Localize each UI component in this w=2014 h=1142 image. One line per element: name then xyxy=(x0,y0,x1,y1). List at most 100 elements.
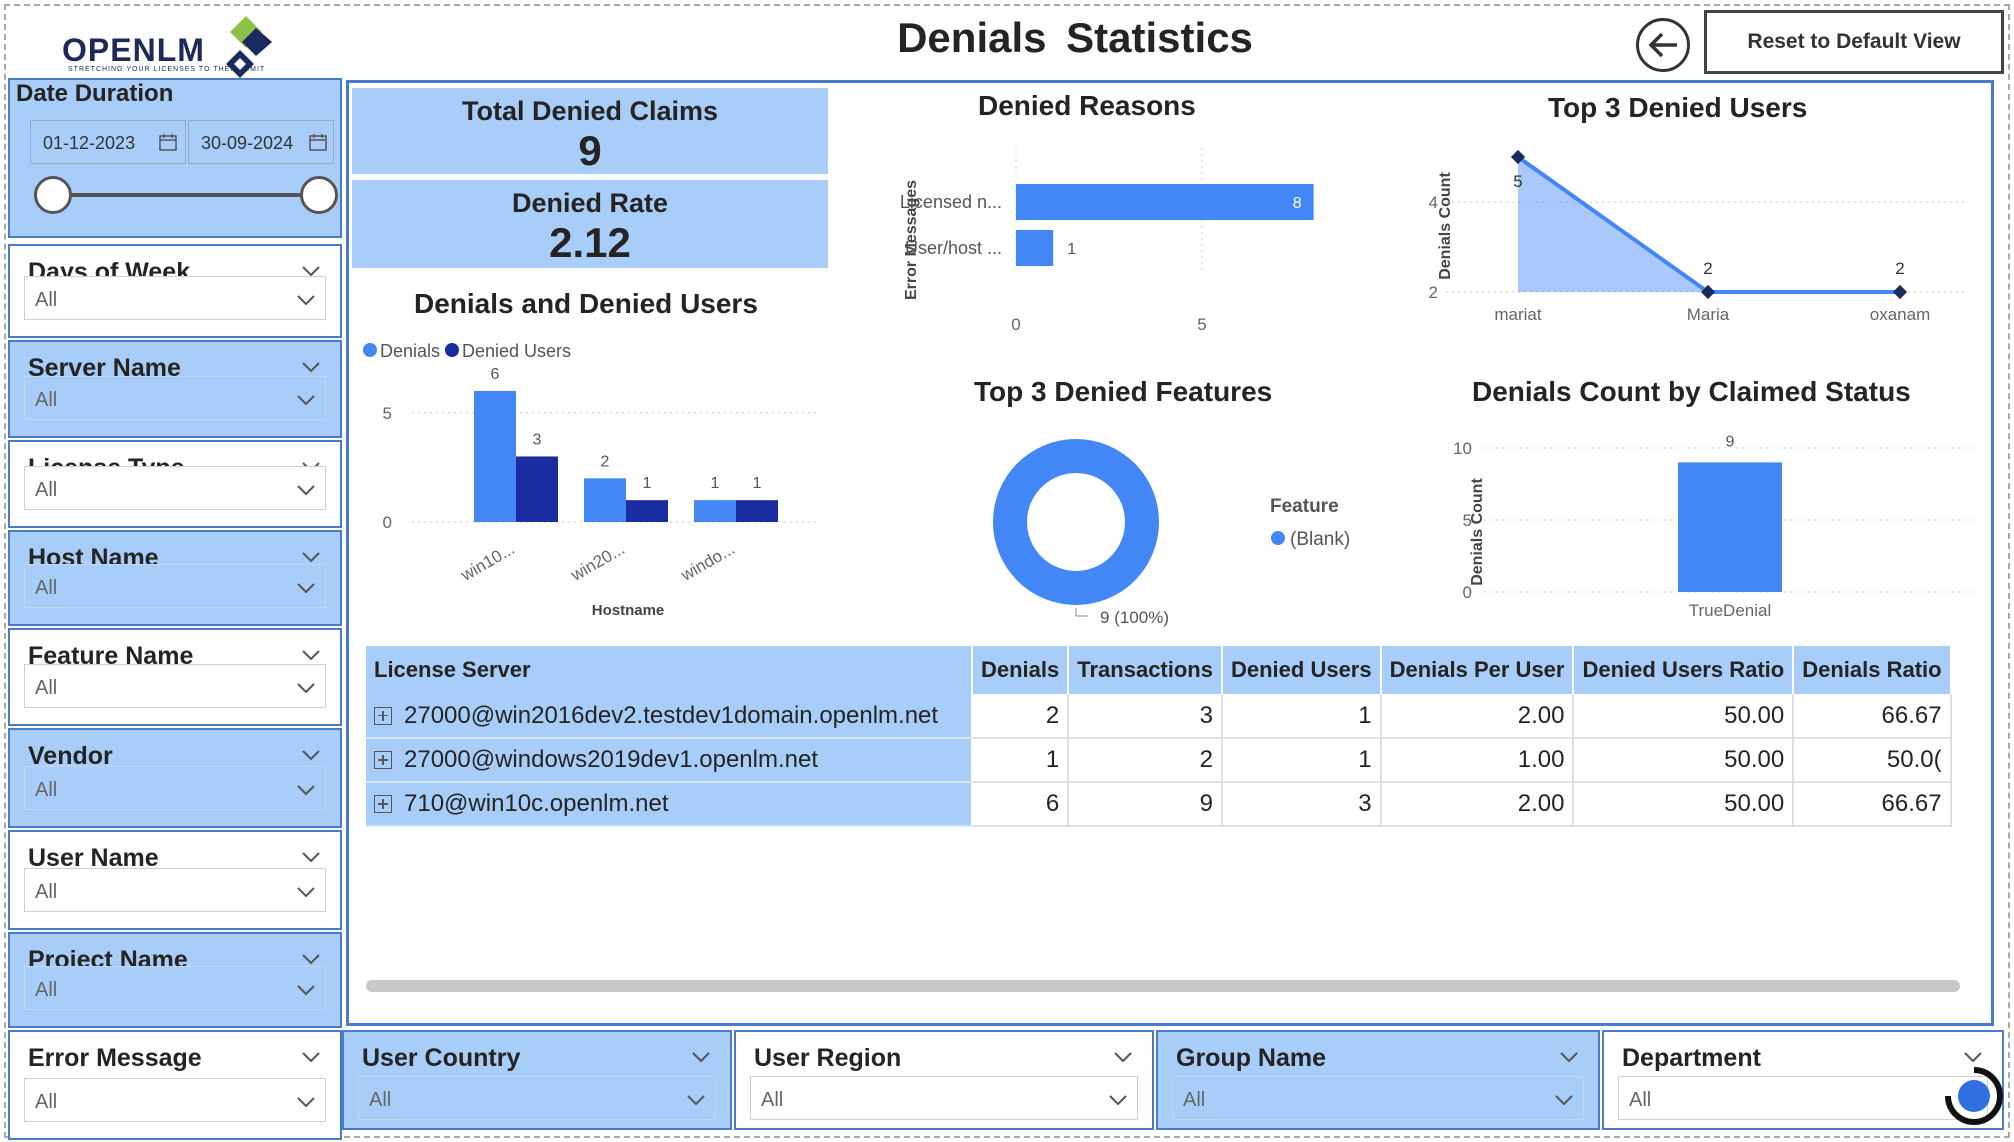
start-date-input[interactable]: 01-12-2023 xyxy=(30,120,186,164)
x-axis-label: Hostname xyxy=(592,602,665,619)
collapse-toggle[interactable] xyxy=(300,846,322,868)
slicer-title: User Country xyxy=(362,1044,521,1072)
table-cell: 66.67 xyxy=(1793,694,1952,739)
denied-reasons-chart: Error Messages0 5Licensed n... 8User/host … xyxy=(900,148,1314,334)
y-tick-label: 2 xyxy=(1429,283,1438,302)
column-header[interactable]: Denied Users xyxy=(1221,646,1382,694)
chevron-down-icon xyxy=(302,750,320,761)
reset-default-view-button[interactable]: Reset to Default View xyxy=(1704,10,2004,74)
x-tick-label: Maria xyxy=(1687,305,1730,324)
slicer-dropdown[interactable]: All xyxy=(1618,1076,1988,1120)
chevron-down-icon xyxy=(1555,1095,1573,1106)
end-date-value: 30-09-2024 xyxy=(201,133,294,153)
x-tick-label: win10... xyxy=(457,539,518,585)
table-cell: 3 xyxy=(1221,782,1382,827)
table-cell: 66.67 xyxy=(1793,782,1952,827)
table-header-row: License Server Denials Transactions Denied … xyxy=(366,646,1952,694)
chevron-down-icon xyxy=(297,1097,315,1108)
collapse-toggle[interactable] xyxy=(1558,1046,1580,1068)
column-header[interactable]: Denied Users Ratio xyxy=(1573,646,1795,694)
chevron-down-icon xyxy=(692,1052,710,1063)
collapse-toggle[interactable] xyxy=(690,1046,712,1068)
total-denied-claims-card: Total Denied Claims 9 xyxy=(352,88,828,174)
slicer-dropdown[interactable]: All xyxy=(358,1076,716,1120)
collapse-toggle[interactable] xyxy=(1112,1046,1134,1068)
back-button[interactable] xyxy=(1636,18,1690,72)
expand-icon[interactable] xyxy=(374,751,392,769)
legend-label: (Blank) xyxy=(1290,529,1350,550)
top3-denied-users-chart: Denials Count 2 4 5 mariat 2 Maria 2 oxanam xyxy=(1429,149,1966,324)
table-row[interactable]: 710@win10c.openlm.net 6 9 3 2.00 50.00 66.67 xyxy=(366,782,1952,827)
slicer-dropdown[interactable]: All xyxy=(1172,1076,1584,1120)
license-server-name: 710@win10c.openlm.net xyxy=(404,790,669,817)
chart-title-denied-reasons: Denied Reasons xyxy=(978,90,1196,121)
collapse-toggle[interactable] xyxy=(1962,1046,1984,1068)
slicer-group-name: Group Name All xyxy=(1156,1030,1600,1130)
data-label: 9 (100%) xyxy=(1100,608,1169,627)
slicer-dropdown[interactable]: All xyxy=(24,966,326,1010)
horizontal-scrollbar[interactable] xyxy=(366,980,1960,992)
bar xyxy=(584,478,626,522)
slicer-error-message: Error Message All xyxy=(8,1030,342,1140)
slicer-dropdown[interactable]: All xyxy=(24,466,326,510)
date-range-start-handle[interactable] xyxy=(34,176,72,214)
license-server-table: License Server Denials Transactions Denied … xyxy=(366,646,1952,827)
expand-icon[interactable] xyxy=(374,706,392,725)
slicer-value: All xyxy=(35,1091,58,1113)
x-tick-label: 0 xyxy=(1011,315,1020,334)
slicer-dropdown[interactable]: All xyxy=(24,276,326,320)
collapse-toggle[interactable] xyxy=(300,356,322,378)
column-header[interactable]: Denials Per User xyxy=(1380,646,1575,694)
slicer-dropdown[interactable]: All xyxy=(24,1078,326,1122)
data-label: 2 xyxy=(1703,259,1712,278)
slicer-value: All xyxy=(35,289,58,311)
total-denied-claims-value: 9 xyxy=(578,127,602,174)
end-date-input[interactable]: 30-09-2024 xyxy=(188,120,334,164)
chart-title-denials-users: Denials and Denied Users xyxy=(414,288,758,319)
collapse-toggle[interactable] xyxy=(300,744,322,766)
slicer-dropdown[interactable]: All xyxy=(24,564,326,608)
table-row[interactable]: 27000@win2016dev2.testdev1domain.openlm.… xyxy=(366,694,1952,739)
slicer-dropdown[interactable]: All xyxy=(750,1076,1138,1120)
slicer-value: All xyxy=(35,479,58,501)
collapse-toggle[interactable] xyxy=(300,1046,322,1068)
bar xyxy=(736,500,778,522)
column-header[interactable]: Transactions xyxy=(1068,646,1223,694)
slicer-dropdown[interactable]: All xyxy=(24,664,326,708)
expand-icon[interactable] xyxy=(374,795,392,813)
slicer-host-name: Host Name All xyxy=(8,530,342,626)
chart-title-claimed-status: Denials Count by Claimed Status xyxy=(1472,376,1911,407)
column-header[interactable]: Denials xyxy=(972,646,1070,694)
column-header[interactable]: Denials Ratio xyxy=(1793,646,1952,694)
column-header[interactable]: License Server xyxy=(366,646,973,694)
license-server-name: 27000@windows2019dev1.openlm.net xyxy=(404,746,818,773)
chevron-down-icon xyxy=(1560,1052,1578,1063)
slicer-dropdown[interactable]: All xyxy=(24,766,326,810)
chevron-down-icon xyxy=(297,295,315,306)
table-cell: 9 xyxy=(1068,782,1223,827)
openlm-logo: OPENLM STRETCHING YOUR LICENSES TO THEIR… xyxy=(20,8,280,80)
table-row[interactable]: 27000@windows2019dev1.openlm.net 1 2 1 1.00 5… xyxy=(366,738,1952,783)
table-cell: 2 xyxy=(972,694,1070,739)
slicer-dropdown[interactable]: All xyxy=(24,376,326,420)
bar xyxy=(626,500,668,522)
table-cell: 50.00 xyxy=(1573,782,1795,827)
arrow-left-icon xyxy=(1648,32,1677,58)
chevron-down-icon xyxy=(1964,1052,1982,1063)
date-range-end-handle[interactable] xyxy=(300,176,338,214)
table-cell: 2.00 xyxy=(1380,782,1575,827)
top3-denied-features-chart: 9 (100%) Feature (Blank) xyxy=(993,439,1350,627)
slicer-value: All xyxy=(761,1089,784,1111)
y-tick-label: User/host ... xyxy=(905,238,1002,258)
calendar-icon xyxy=(159,134,177,151)
y-tick-label: 0 xyxy=(1463,583,1472,602)
y-axis-label: Denials Count xyxy=(1469,478,1486,586)
y-tick-label: 10 xyxy=(1453,439,1472,458)
chevron-down-icon xyxy=(297,395,315,406)
slicer-dropdown[interactable]: All xyxy=(24,868,326,912)
table-cell: 50.00 xyxy=(1573,738,1795,783)
collapse-toggle[interactable] xyxy=(300,644,322,666)
start-date-value: 01-12-2023 xyxy=(43,133,136,153)
bar xyxy=(694,500,736,522)
bar xyxy=(474,390,516,522)
